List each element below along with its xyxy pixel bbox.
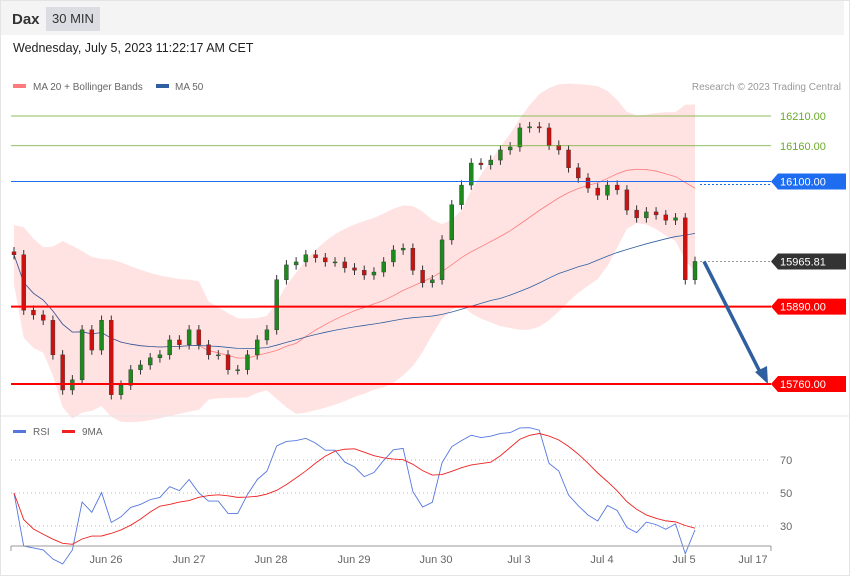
candle xyxy=(79,325,85,385)
bollinger-band xyxy=(14,83,695,423)
price-chart: 16210.00 16160.00 16100.00 15965.81 15890.00… xyxy=(0,82,850,566)
candle xyxy=(274,275,279,335)
rsi-ma-line xyxy=(13,433,696,545)
candle xyxy=(21,250,26,315)
candle xyxy=(99,315,104,355)
credit-text: Research © 2023 Trading Central xyxy=(692,82,841,93)
candle xyxy=(469,158,474,190)
support-level-label: 15760.00 xyxy=(780,379,826,391)
x-tick-label: Jul 3 xyxy=(507,554,530,566)
candle xyxy=(50,315,56,360)
resistance-level-label: 16160.00 xyxy=(780,141,826,153)
ma20-legend: MA 20 + Bollinger Bands xyxy=(33,82,143,93)
x-tick-label: Jun 30 xyxy=(419,554,452,566)
ma50-legend: MA 50 xyxy=(175,82,204,93)
x-tick-label: Jun 28 xyxy=(254,554,287,566)
x-tick-label: Jun 29 xyxy=(337,554,370,566)
pivot-level-label: 16100.00 xyxy=(780,177,826,189)
candle xyxy=(459,180,464,210)
ma50-legend-swatch xyxy=(156,84,169,88)
rsi-legend-swatch xyxy=(13,430,26,433)
support-level-label: 15890.00 xyxy=(780,302,826,314)
ma20-legend-swatch xyxy=(13,84,26,88)
x-tick-label: Jul 4 xyxy=(590,554,613,566)
rsi-ma-legend: 9MA xyxy=(82,427,103,438)
resistance-level-label: 16210.00 xyxy=(780,111,826,123)
candle xyxy=(478,158,484,170)
rsi-tick-label: 50 xyxy=(780,488,792,500)
x-tick-label: Jul 5 xyxy=(672,554,695,566)
rsi-line xyxy=(13,427,696,565)
candle xyxy=(284,260,289,285)
candle xyxy=(109,315,114,400)
x-tick-label: Jun 26 xyxy=(89,554,122,566)
candle xyxy=(60,350,65,395)
rsi-tick-label: 70 xyxy=(780,455,792,467)
candle xyxy=(449,199,454,245)
x-tick-label: Jun 27 xyxy=(172,554,205,566)
x-tick-label: Jul 17 xyxy=(738,554,767,566)
forecast-arrow xyxy=(702,260,763,375)
rsi-legend: RSI xyxy=(33,427,50,438)
last-level-label: 15965.81 xyxy=(780,256,826,268)
candle xyxy=(683,213,688,285)
rsi-ma-legend-swatch xyxy=(62,430,75,433)
candle xyxy=(439,235,445,285)
candle xyxy=(293,257,299,270)
candle xyxy=(410,243,416,276)
rsi-tick-label: 30 xyxy=(780,521,792,533)
